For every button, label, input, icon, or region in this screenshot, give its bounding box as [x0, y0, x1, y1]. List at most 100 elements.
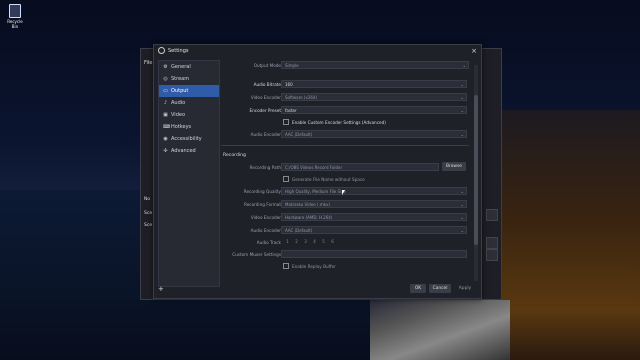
- accessibility-icon: ◉: [163, 135, 168, 142]
- output-mode-select[interactable]: Simple ⌄: [281, 61, 469, 69]
- settings-nav: ⚙ General ◎ Stream ▭ Output ♪ Audio ▣ Video ⌨…: [158, 60, 220, 287]
- chevron-down-icon: ⌄: [462, 62, 466, 68]
- nav-hotkeys[interactable]: ⌨ Hotkeys: [159, 121, 219, 133]
- rec-audio-encoder-label: Audio Encoder: [250, 227, 281, 233]
- mouse-cursor-icon: [342, 190, 345, 195]
- scrollbar-thumb[interactable]: [474, 95, 478, 245]
- track-4-checkbox[interactable]: 4: [310, 239, 319, 244]
- rec-audio-encoder-select[interactable]: AAC (Default) ⌄: [281, 226, 467, 234]
- nav-label: Output: [171, 88, 189, 94]
- dialog-titlebar: Settings ×: [154, 45, 481, 56]
- chevron-down-icon: ⌄: [460, 201, 464, 207]
- nav-label: Video: [171, 112, 186, 118]
- dialog-title: Settings: [168, 47, 189, 54]
- output-mode-label: Output Mode: [253, 62, 281, 68]
- wallpaper-road: [370, 300, 510, 360]
- chevron-down-icon: ⌄: [460, 81, 464, 87]
- nav-advanced[interactable]: ✣ Advanced: [159, 145, 219, 157]
- audio-bitrate-value: 160: [285, 81, 293, 87]
- video-encoder-select[interactable]: Software (x264) ⌄: [281, 93, 467, 101]
- recording-section-title: Recording: [223, 153, 246, 158]
- chevron-down-icon: ⌄: [460, 214, 464, 220]
- nav-stream[interactable]: ◎ Stream: [159, 73, 219, 85]
- audio-encoder-select[interactable]: AAC (Default) ⌄: [281, 130, 467, 138]
- label-scenes: Sce: [144, 211, 153, 216]
- nav-video[interactable]: ▣ Video: [159, 109, 219, 121]
- video-encoder-label: Video Encoder: [250, 94, 281, 100]
- recording-path-input[interactable]: C:/OBS Videos Record Folder: [281, 163, 439, 171]
- section-divider: [221, 145, 469, 146]
- settings-dialog: Settings × ⚙ General ◎ Stream ▭ Output ♪ Aud…: [153, 44, 482, 299]
- chevron-down-icon: ⌄: [460, 188, 464, 194]
- gear-icon: ⚙: [163, 63, 168, 70]
- apply-button[interactable]: Apply: [454, 284, 476, 293]
- recording-quality-value: High Quality, Medium File Size: [285, 188, 346, 194]
- track-5-checkbox[interactable]: 5: [319, 239, 328, 244]
- recording-path-label: Recording Path: [249, 164, 281, 170]
- recording-format-select[interactable]: Matroska Video (.mkv) ⌄: [281, 200, 467, 208]
- obs-logo-icon: [158, 47, 165, 54]
- recording-format-value: Matroska Video (.mkv): [285, 201, 330, 207]
- label-no: No: [144, 197, 151, 202]
- custom-muxer-input[interactable]: [281, 250, 467, 258]
- menu-file[interactable]: File: [144, 60, 152, 66]
- custom-encoder-label: Enable Custom Encoder Settings (Advanced…: [292, 119, 386, 125]
- gear-icon[interactable]: [486, 249, 498, 261]
- track-2-checkbox[interactable]: 2: [292, 239, 301, 244]
- advanced-icon: ✣: [163, 147, 168, 154]
- rec-video-encoder-label: Video Encoder: [250, 214, 281, 220]
- nav-accessibility[interactable]: ◉ Accessibility: [159, 133, 219, 145]
- gen-filename-checkbox[interactable]: Generate File Name without Space: [283, 176, 365, 182]
- chevron-down-icon: ⌄: [460, 107, 464, 113]
- custom-encoder-checkbox[interactable]: Enable Custom Encoder Settings (Advanced…: [283, 119, 386, 125]
- pause-button[interactable]: [486, 237, 498, 249]
- output-mode-value: Simple: [285, 62, 299, 68]
- video-icon: ▣: [163, 111, 168, 118]
- recycle-bin-icon[interactable]: Recycle Bin: [4, 4, 26, 29]
- browse-button[interactable]: Browse: [442, 162, 466, 171]
- checkbox-box: [283, 176, 289, 182]
- audio-bitrate-label: Audio Bitrate: [253, 81, 281, 87]
- audio-icon: ♪: [163, 99, 168, 106]
- nav-output[interactable]: ▭ Output: [159, 85, 219, 97]
- ok-button[interactable]: OK: [410, 284, 426, 293]
- recording-quality-select[interactable]: High Quality, Medium File Size ⌄: [281, 187, 467, 195]
- output-icon: ▭: [163, 87, 168, 94]
- audio-encoder-label: Audio Encoder: [250, 131, 281, 137]
- rec-video-encoder-value: Hardware (AMD, H.264): [285, 214, 333, 220]
- settings-scrollbar[interactable]: [474, 65, 478, 281]
- rec-video-encoder-select[interactable]: Hardware (AMD, H.264) ⌄: [281, 213, 467, 221]
- cancel-button[interactable]: Cancel: [429, 284, 451, 293]
- close-icon[interactable]: ×: [471, 47, 477, 55]
- chevron-down-icon: ⌄: [460, 94, 464, 100]
- nav-label: Audio: [171, 100, 186, 106]
- audio-bitrate-select[interactable]: 160 ⌄: [281, 80, 467, 88]
- gen-filename-label: Generate File Name without Space: [292, 176, 365, 182]
- encoder-preset-label: Encoder Preset: [249, 107, 281, 113]
- rec-audio-encoder-value: AAC (Default): [285, 227, 313, 233]
- nav-label: Stream: [171, 76, 190, 82]
- nav-audio[interactable]: ♪ Audio: [159, 97, 219, 109]
- recording-quality-label: Recording Quality: [243, 188, 281, 194]
- nav-general[interactable]: ⚙ General: [159, 61, 219, 73]
- audio-track-label: Audio Track: [256, 239, 281, 245]
- video-encoder-value: Software (x264): [285, 94, 318, 100]
- custom-muxer-label: Custom Muxer Settings: [232, 251, 281, 257]
- globe-icon: ◎: [163, 75, 168, 82]
- recycle-bin-label: Recycle Bin: [7, 19, 23, 29]
- add-icon[interactable]: +: [158, 285, 164, 293]
- encoder-preset-select[interactable]: faster ⌄: [281, 106, 467, 114]
- replay-buffer-checkbox[interactable]: Enable Replay Buffer: [283, 263, 336, 269]
- chevron-down-icon: ⌄: [460, 227, 464, 233]
- audio-encoder-value: AAC (Default): [285, 131, 313, 137]
- track-3-checkbox[interactable]: 3: [301, 239, 310, 244]
- output-settings-panel: Output Mode Simple ⌄ Audio Bitrate 160 ⌄ V…: [221, 58, 473, 286]
- replay-buffer-label: Enable Replay Buffer: [292, 263, 336, 269]
- nav-label: Hotkeys: [171, 124, 192, 130]
- track-6-checkbox[interactable]: 6: [328, 239, 337, 244]
- checkbox-box: [283, 263, 289, 269]
- label-scene-item: Sce: [144, 223, 153, 228]
- side-button[interactable]: [486, 209, 498, 221]
- encoder-preset-value: faster: [285, 107, 297, 113]
- track-1-checkbox[interactable]: 1: [283, 239, 292, 244]
